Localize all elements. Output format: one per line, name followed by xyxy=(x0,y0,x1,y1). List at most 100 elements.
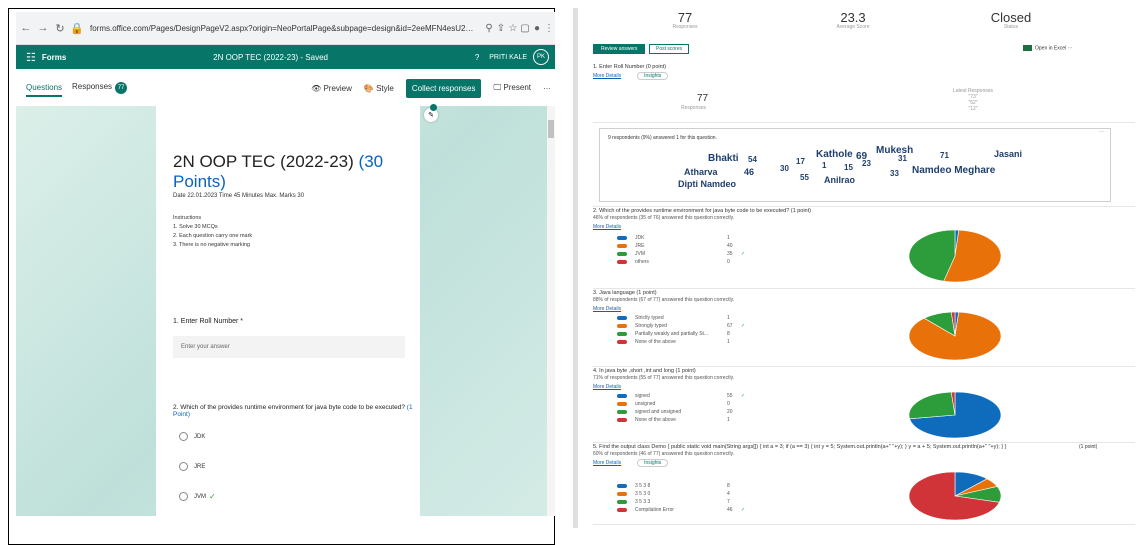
open-excel-button[interactable]: Open in Excel ··· xyxy=(1023,45,1073,51)
back-icon[interactable]: ← xyxy=(19,22,33,34)
header-title: 2N OOP TEC (2022-23) - Saved xyxy=(213,52,328,62)
legend-row: None of the above 1 xyxy=(617,338,730,346)
option-jre[interactable]: JRE xyxy=(179,462,205,471)
stat-value: 77 xyxy=(677,10,693,25)
option-jdk[interactable]: JDK xyxy=(179,432,205,441)
option-jvm[interactable]: JVM ✓ xyxy=(179,492,216,501)
legend-row: 3 5 3 3 7 xyxy=(617,498,730,506)
more-details-link[interactable]: More Details xyxy=(593,73,621,79)
form-description[interactable]: Date 22.01.2023 Time 45 Minutes Max. Mar… xyxy=(173,193,304,199)
insights-button[interactable]: Insights xyxy=(637,72,669,80)
more-icon[interactable]: ··· xyxy=(543,84,551,93)
style-button[interactable]: 🎨 Style xyxy=(364,84,394,93)
q3-pie-chart xyxy=(908,311,1002,361)
legend-label: JRE xyxy=(635,243,645,249)
legend-row: others 0 xyxy=(617,258,730,266)
tab-responses[interactable]: Responses 77 xyxy=(72,82,128,94)
legend-label: 3 5 3 8 xyxy=(635,483,651,489)
word-cloud: 9 respondents (9%) answered 1 for this q… xyxy=(599,128,1111,202)
instruction-item: 1. Solve 30 MCQs xyxy=(173,224,218,230)
reload-icon[interactable]: ↻ xyxy=(53,22,67,35)
legend-count: 1 xyxy=(727,339,730,345)
share-icon[interactable]: ⇪ xyxy=(495,23,507,34)
legend-count: 55 xyxy=(727,393,733,399)
legend-count: 1 xyxy=(727,315,730,321)
q1-summary: 1. Enter Roll Number (0 point) More Deta… xyxy=(593,64,1135,80)
legend-swatch xyxy=(617,324,627,328)
scrollbar[interactable] xyxy=(547,106,555,516)
stat-value: 23.3 xyxy=(840,10,866,25)
review-answers-button[interactable]: Review answers xyxy=(593,44,646,54)
question-1-title[interactable]: 1. Enter Roll Number * xyxy=(173,318,243,325)
app-launcher-icon[interactable]: ☷ xyxy=(26,51,36,64)
legend-label: Strictly typed xyxy=(635,315,664,321)
avatar[interactable]: PK xyxy=(533,49,549,65)
profile-icon[interactable]: ● xyxy=(531,23,543,34)
kebab-menu-icon[interactable]: ⋮ xyxy=(543,23,555,34)
answer-input[interactable]: Enter your answer xyxy=(173,336,405,358)
post-scores-button[interactable]: Post scores xyxy=(649,44,690,54)
scrollbar-thumb[interactable] xyxy=(548,120,554,138)
word-cloud-word: Anilrao xyxy=(824,175,856,185)
word-cloud-word: Kathole xyxy=(816,149,853,160)
more-details-link[interactable]: More Details xyxy=(593,306,621,312)
present-button[interactable]: 🖵 Present xyxy=(493,83,531,93)
legend-label: others xyxy=(635,259,649,265)
legend-row: unsigned 0 xyxy=(617,400,730,408)
legend-row: JDK 1 xyxy=(617,234,730,242)
question-2-title[interactable]: 2. Which of the provides runtime environ… xyxy=(173,404,420,418)
correct-check-icon: ✓ xyxy=(741,507,746,513)
word-cloud-word: Namdeo Meghare xyxy=(912,165,996,176)
preview-label: Preview xyxy=(323,83,352,93)
word-cloud-word: 30 xyxy=(780,164,789,173)
collect-responses-button[interactable]: Collect responses xyxy=(405,78,482,98)
zoom-icon[interactable]: ⚲ xyxy=(483,23,495,34)
palette-icon: 🎨 xyxy=(363,83,377,93)
insights-button[interactable]: Insights xyxy=(637,459,669,467)
legend-row: 3 5 3 0 4 xyxy=(617,490,730,498)
legend-label: unsigned xyxy=(635,401,656,407)
legend-count: 8 xyxy=(727,483,730,489)
stat-average: 23.3 Average Score xyxy=(793,11,913,30)
pie-slice[interactable] xyxy=(908,391,956,420)
legend-swatch xyxy=(617,484,627,488)
more-details-link[interactable]: More Details xyxy=(593,224,621,230)
address-bar[interactable]: forms.office.com/Pages/DesignPageV2.aspx… xyxy=(90,24,477,33)
window-icon[interactable]: ▢ xyxy=(519,23,531,34)
radio-button[interactable] xyxy=(179,492,188,501)
preview-button[interactable]: 👁 Preview xyxy=(311,84,352,93)
word-cloud-word: 23 xyxy=(862,159,871,168)
legend-swatch xyxy=(617,316,627,320)
bookmark-star-icon[interactable]: ☆ xyxy=(507,23,519,34)
summary-actions: Review answers Post scores Open in Excel… xyxy=(593,44,1133,56)
correct-check-icon: ✓ xyxy=(741,323,746,329)
word-cloud-caption: 9 respondents (9%) answered 1 for this q… xyxy=(608,135,717,141)
q3-summary: 3. Java language (1 point) 88% of respon… xyxy=(593,290,1135,312)
tab-questions[interactable]: Questions xyxy=(26,80,63,97)
user-name: PRITI KALE xyxy=(489,53,527,61)
form-title[interactable]: 2N OOP TEC (2022-23) (30 Points) xyxy=(173,152,420,192)
legend-count: 4 xyxy=(727,491,730,497)
divider xyxy=(593,122,1135,123)
more-details-link[interactable]: More Details xyxy=(593,384,621,390)
legend-label: Compilation Error xyxy=(635,507,674,513)
forward-icon[interactable]: → xyxy=(36,22,50,34)
forms-editor-screenshot: ← → ↻ 🔒 forms.office.com/Pages/DesignPag… xyxy=(16,12,555,516)
stat-responses: 77 Responses xyxy=(625,11,745,30)
more-icon[interactable]: ··· xyxy=(1098,129,1104,135)
word-cloud-word: 17 xyxy=(796,157,805,166)
instruction-item: 3. There is no negative marking xyxy=(173,242,250,248)
help-icon[interactable]: ? xyxy=(475,53,479,62)
more-details-link[interactable]: More Details xyxy=(593,460,621,466)
legend-count: 46 xyxy=(727,507,733,513)
app-name[interactable]: Forms xyxy=(42,53,66,62)
instructions-heading: Instructions xyxy=(173,215,202,221)
q5-summary: 5. Find the output class Demo { public s… xyxy=(593,444,1135,467)
radio-button[interactable] xyxy=(179,462,188,471)
stat-label: Status xyxy=(1003,24,1019,30)
radio-button[interactable] xyxy=(179,432,188,441)
legend-label: Partially weakly and partially St... xyxy=(635,331,709,337)
scroll-track xyxy=(573,8,578,528)
divider xyxy=(593,206,1135,207)
question-stat: 88% of respondents (67 of 77) answered t… xyxy=(593,297,735,303)
